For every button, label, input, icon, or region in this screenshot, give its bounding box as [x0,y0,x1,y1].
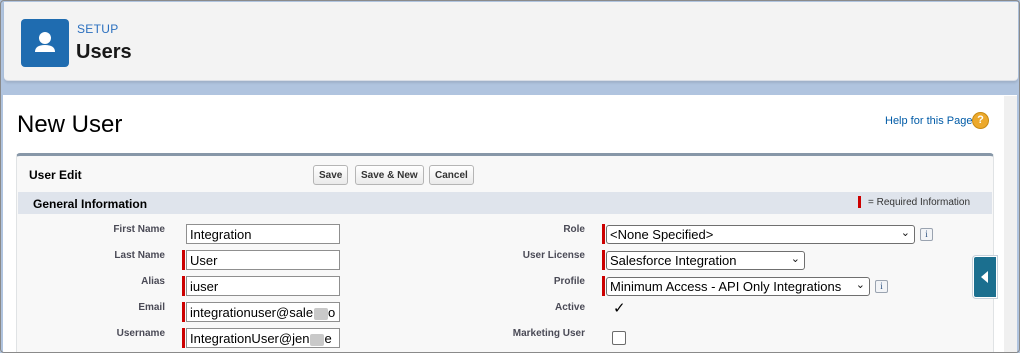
alias-label: Alias [141,276,165,287]
user-license-label: User License [522,250,585,261]
profile-label: Profile [553,276,585,287]
email-input-tail: o [328,305,336,320]
role-label: Role [563,224,585,235]
last-name-input[interactable]: User [186,250,340,270]
window-frame: SETUP Users New User Help for this Page … [0,0,1020,353]
active-checkbox[interactable]: ✓ [613,299,626,317]
username-label: Username [116,328,165,339]
overflow-ellipsis-icon [310,333,325,346]
help-icon[interactable]: ? [972,112,989,129]
user-license-select[interactable]: Salesforce Integration ⌄ [606,251,805,270]
email-label: Email [138,302,165,313]
collapse-arrow-icon [981,271,988,283]
role-select[interactable]: <None Specified> ⌄ [606,225,915,244]
required-marker [182,302,185,322]
page-title: New User [17,111,123,138]
panel-title: User Edit [29,168,82,182]
profile-select[interactable]: Minimum Access - API Only Integrations ⌄ [606,277,870,296]
chevron-down-icon: ⌄ [900,227,910,239]
user-icon [21,19,69,67]
username-input[interactable]: IntegrationUser@jen e [186,328,340,348]
required-marker [182,328,185,348]
required-marker [602,224,605,244]
section-title: General Information [33,197,148,211]
required-legend: = Required Information [868,197,971,208]
chevron-down-icon: ⌄ [855,279,865,291]
marketing-user-checkbox[interactable] [612,331,626,345]
role-select-value: <None Specified> [610,227,714,242]
setup-header: SETUP Users [4,2,1018,81]
chevron-down-icon: ⌄ [790,253,800,265]
main-content: New User Help for this Page ? User Edit … [3,95,1017,352]
required-marker [602,250,605,270]
last-name-label: Last Name [114,250,165,261]
header-title: Users [76,41,132,63]
side-panel-toggle[interactable] [973,256,997,298]
username-input-value: IntegrationUser@jen [190,331,310,346]
scrollbar[interactable] [1004,96,1017,352]
role-info-icon[interactable]: i [920,228,933,241]
email-input-value: integrationuser@sale [190,305,314,320]
user-edit-panel: User Edit Save Save & New Cancel General… [16,153,994,352]
section-header: General Information = Required Informati… [18,192,992,214]
required-indicator [858,196,861,208]
first-name-input[interactable]: Integration [186,224,340,244]
profile-info-icon[interactable]: i [875,280,888,293]
marketing-user-label: Marketing User [512,328,585,339]
email-input[interactable]: integrationuser@sale o [186,302,340,322]
overflow-ellipsis-icon [314,307,329,320]
profile-select-value: Minimum Access - API Only Integrations [610,279,842,294]
save-button[interactable]: Save [313,165,349,185]
first-name-label: First Name [113,224,165,235]
username-input-tail: e [324,331,332,346]
required-marker [182,276,185,296]
help-link[interactable]: Help for this Page [885,115,972,127]
cancel-button[interactable]: Cancel [429,165,474,185]
user-icon-glyph [35,32,55,52]
user-license-select-value: Salesforce Integration [610,253,737,268]
required-marker [182,250,185,270]
save-and-new-button[interactable]: Save & New [355,165,424,185]
active-label: Active [554,302,585,313]
required-marker [602,276,605,296]
alias-input[interactable]: iuser [186,276,340,296]
header-eyebrow: SETUP [77,22,119,36]
